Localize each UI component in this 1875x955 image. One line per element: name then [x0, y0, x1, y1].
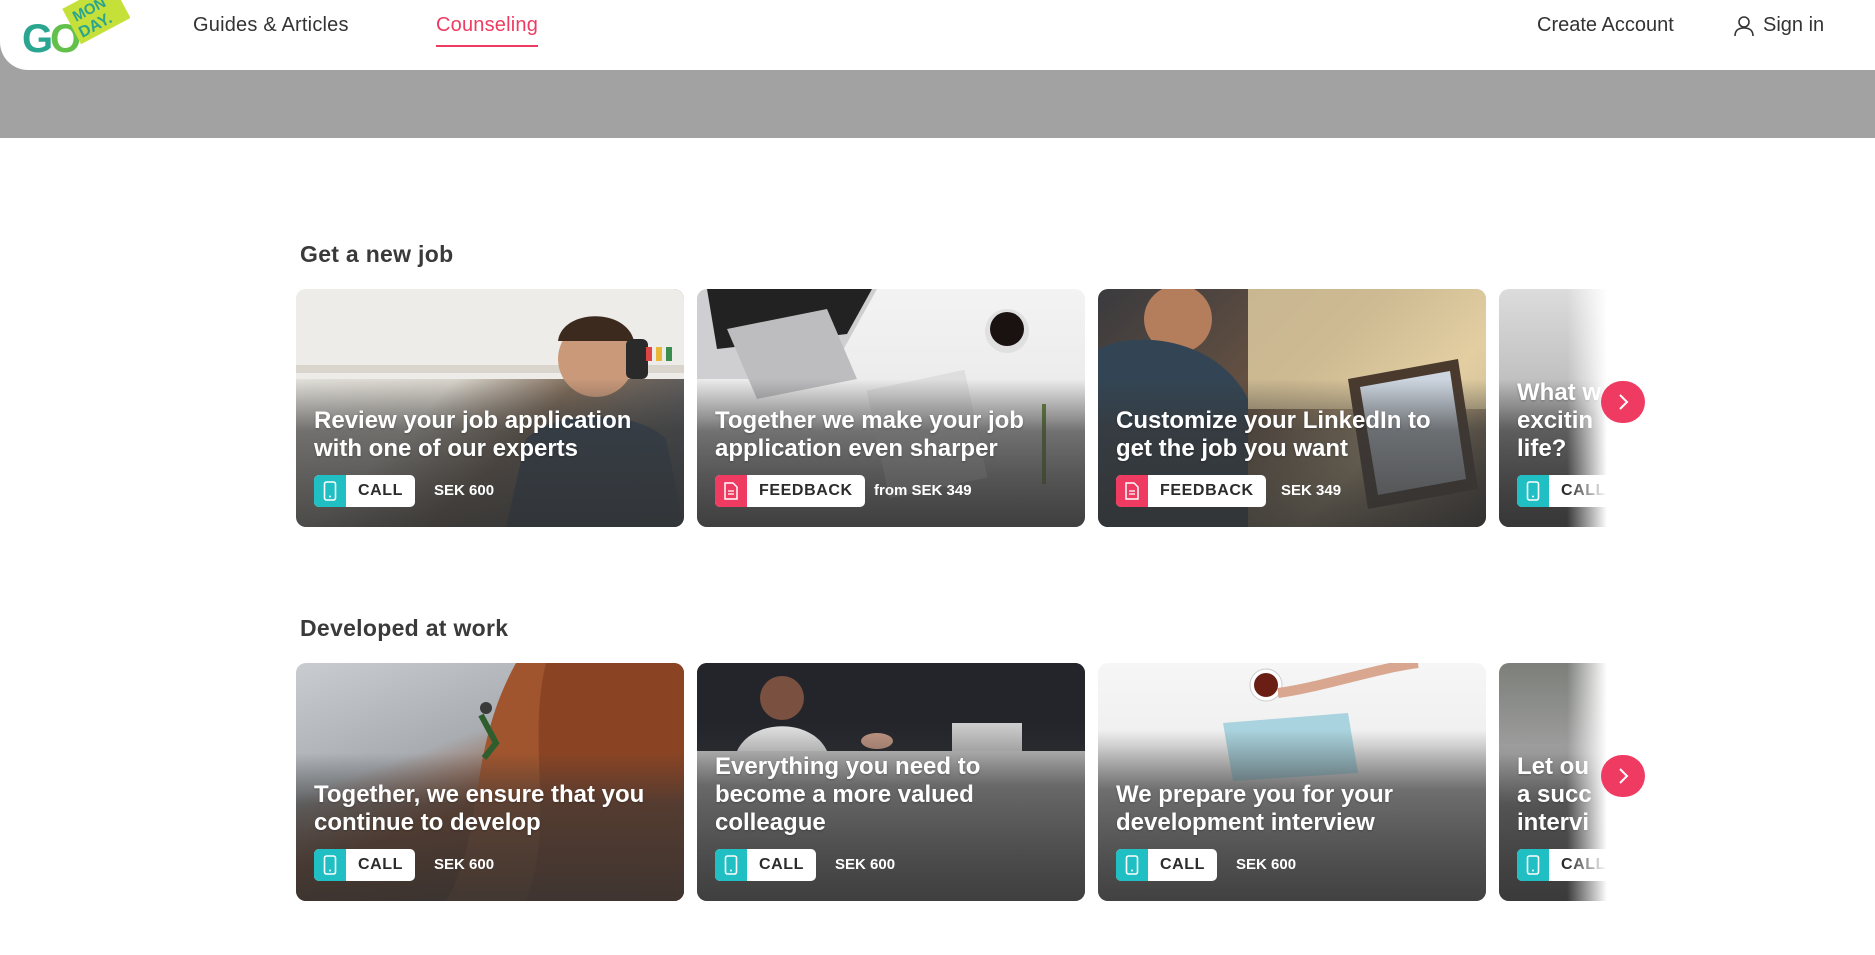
- card-price: SEK 600: [434, 856, 495, 873]
- phone-icon: [1517, 475, 1549, 507]
- service-badge: CALL: [314, 475, 416, 507]
- service-card[interactable]: Customize your LinkedIn to get the job y…: [1098, 289, 1486, 527]
- card-row-developed-at-work: Together, we ensure that you continue to…: [296, 663, 1607, 901]
- service-card[interactable]: What w excitin life? CALL: [1499, 289, 1607, 527]
- service-badge: CALL: [715, 849, 817, 881]
- phone-icon: [1116, 849, 1148, 881]
- carousel-next-button[interactable]: [1601, 381, 1645, 423]
- card-title: Everything you need to become a more val…: [715, 753, 981, 836]
- service-badge: CALL: [1116, 849, 1218, 881]
- card-title: Together we make your job application ev…: [715, 407, 1024, 462]
- nav-counseling[interactable]: Counseling: [436, 14, 539, 47]
- service-card[interactable]: Review your job application with one of …: [296, 289, 684, 527]
- badge-label: FEEDBACK: [1160, 482, 1254, 499]
- service-card[interactable]: Everything you need to become a more val…: [697, 663, 1085, 901]
- svg-text:G: G: [22, 17, 53, 60]
- card-title: Review your job application with one of …: [314, 407, 632, 462]
- phone-icon: [314, 849, 346, 881]
- sign-in-link[interactable]: Sign in: [1733, 14, 1824, 37]
- service-badge: CALL: [314, 849, 416, 881]
- card-price: SEK 349: [1281, 482, 1342, 499]
- card-price: SEK 600: [1236, 856, 1297, 873]
- carousel-next-button[interactable]: [1601, 755, 1645, 797]
- phone-icon: [1517, 849, 1549, 881]
- top-navigation: G O MON DAY. Guides & Articles Counselin…: [0, 0, 1875, 70]
- service-card[interactable]: Together, we ensure that you continue to…: [296, 663, 684, 901]
- chevron-right-icon: [1619, 394, 1629, 410]
- service-badge: FEEDBACK: [715, 475, 865, 507]
- section-title-developed-at-work: Developed at work: [300, 615, 509, 641]
- nav-guides-articles[interactable]: Guides & Articles: [193, 14, 349, 37]
- badge-label: CALL: [358, 856, 404, 873]
- create-account-link[interactable]: Create Account: [1537, 14, 1674, 37]
- card-title: We prepare you for your development inte…: [1116, 781, 1393, 836]
- service-badge: FEEDBACK: [1116, 475, 1266, 507]
- card-price: from SEK 349: [874, 482, 972, 499]
- service-card[interactable]: Together we make your job application ev…: [697, 289, 1085, 527]
- card-price: SEK 600: [835, 856, 896, 873]
- badge-label: CALL: [358, 482, 404, 499]
- phone-icon: [314, 475, 346, 507]
- document-icon: [1116, 475, 1148, 507]
- service-card[interactable]: Let ou a succ intervi CALL: [1499, 663, 1607, 901]
- user-icon: [1734, 15, 1754, 36]
- document-icon: [715, 475, 747, 507]
- card-price: SEK 600: [434, 482, 495, 499]
- section-title-get-new-job: Get a new job: [300, 241, 454, 267]
- gomonday-logo[interactable]: G O MON DAY.: [20, 0, 130, 60]
- phone-icon: [715, 849, 747, 881]
- card-row-get-new-job: Review your job application with one of …: [296, 289, 1607, 527]
- card-title: Together, we ensure that you continue to…: [314, 781, 645, 836]
- sign-in-label: Sign in: [1763, 14, 1825, 36]
- card-title: Customize your LinkedIn to get the job y…: [1116, 407, 1431, 462]
- chevron-right-icon: [1619, 768, 1629, 784]
- badge-label: CALL: [759, 856, 805, 873]
- badge-label: FEEDBACK: [759, 482, 853, 499]
- service-card[interactable]: We prepare you for your development inte…: [1098, 663, 1486, 901]
- badge-label: CALL: [1160, 856, 1206, 873]
